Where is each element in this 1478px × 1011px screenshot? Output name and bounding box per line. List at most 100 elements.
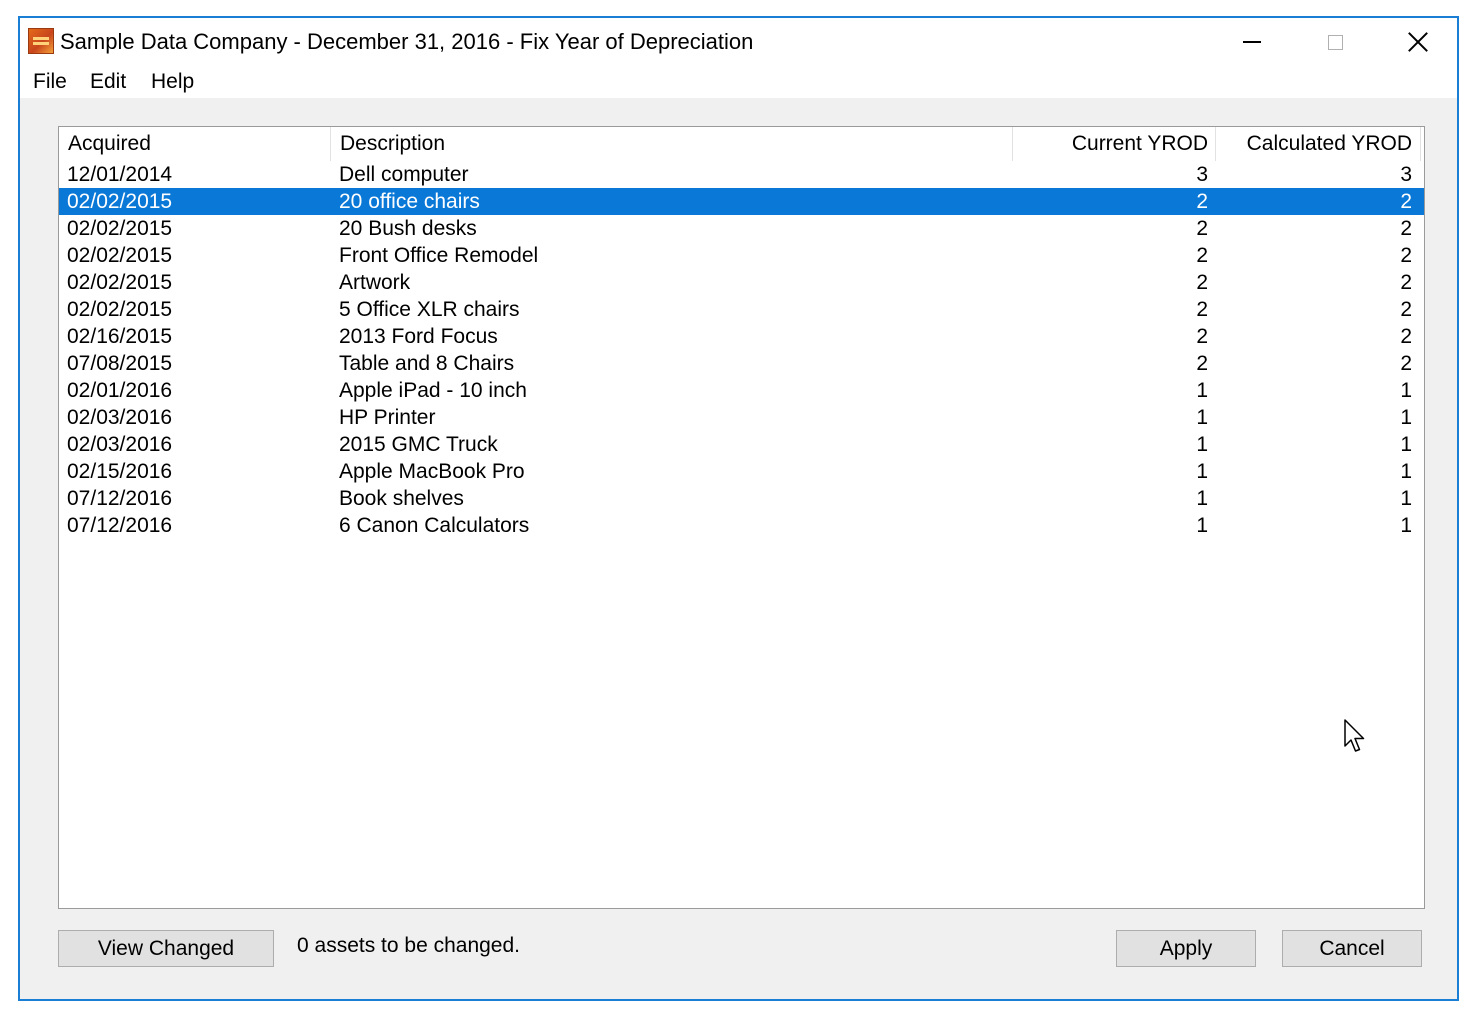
column-header-acquired[interactable]: Acquired bbox=[68, 127, 151, 161]
column-header-current-yrod[interactable]: Current YROD bbox=[1072, 127, 1208, 161]
table-row[interactable]: 02/01/2016 Apple iPad - 10 inch 1 1 bbox=[59, 377, 1424, 404]
menu-edit[interactable]: Edit bbox=[90, 70, 126, 94]
apply-button[interactable]: Apply bbox=[1116, 930, 1256, 967]
cell-calculated-yrod: 2 bbox=[1400, 352, 1412, 375]
cell-description: HP Printer bbox=[339, 406, 436, 429]
window-title: Sample Data Company - December 31, 2016 … bbox=[60, 29, 754, 54]
cell-acquired: 02/03/2016 bbox=[67, 406, 173, 429]
cell-current-yrod: 2 bbox=[1196, 298, 1208, 321]
cell-acquired: 07/12/2016 bbox=[67, 487, 173, 510]
cell-calculated-yrod: 1 bbox=[1400, 433, 1412, 456]
cell-description: 2015 GMC Truck bbox=[339, 433, 498, 456]
cell-calculated-yrod: 2 bbox=[1400, 190, 1412, 213]
table-row[interactable]: 07/12/2016 Book shelves 1 1 bbox=[59, 485, 1424, 512]
cell-calculated-yrod: 1 bbox=[1400, 460, 1412, 483]
cell-calculated-yrod: 2 bbox=[1400, 244, 1412, 267]
close-button[interactable] bbox=[1378, 18, 1458, 66]
cell-calculated-yrod: 2 bbox=[1400, 217, 1412, 240]
cell-description: Apple MacBook Pro bbox=[339, 460, 525, 483]
cell-calculated-yrod: 2 bbox=[1400, 271, 1412, 294]
cell-acquired: 02/03/2016 bbox=[67, 433, 173, 456]
column-divider[interactable] bbox=[1215, 127, 1216, 161]
grid-header: Acquired Description Current YROD Calcul… bbox=[59, 127, 1424, 161]
cell-description: Book shelves bbox=[339, 487, 464, 510]
cell-current-yrod: 1 bbox=[1196, 406, 1208, 429]
cell-acquired: 07/12/2016 bbox=[67, 514, 173, 537]
cell-description: Artwork bbox=[339, 271, 411, 294]
fix-yrod-window: Sample Data Company - December 31, 2016 … bbox=[18, 16, 1459, 1001]
cell-description: Table and 8 Chairs bbox=[339, 352, 515, 375]
close-icon bbox=[1408, 32, 1428, 52]
cell-acquired: 02/02/2015 bbox=[67, 190, 173, 213]
app-logo-icon bbox=[28, 28, 54, 54]
cell-acquired: 12/01/2014 bbox=[67, 163, 173, 186]
cell-current-yrod: 2 bbox=[1196, 217, 1208, 240]
table-row[interactable]: 02/02/2015 Artwork 2 2 bbox=[59, 269, 1424, 296]
table-row[interactable]: 07/12/2016 6 Canon Calculators 1 1 bbox=[59, 512, 1424, 539]
grid-rows: 12/01/2014 Dell computer 3 3 02/02/2015 20 of… bbox=[59, 161, 1424, 539]
cancel-button[interactable]: Cancel bbox=[1282, 930, 1422, 967]
minimize-button[interactable] bbox=[1212, 18, 1292, 66]
cell-current-yrod: 1 bbox=[1196, 379, 1208, 402]
table-row[interactable]: 07/08/2015 Table and 8 Chairs 2 2 bbox=[59, 350, 1424, 377]
table-row[interactable]: 02/16/2015 2013 Ford Focus 2 2 bbox=[59, 323, 1424, 350]
column-divider[interactable] bbox=[330, 127, 331, 161]
cell-acquired: 02/02/2015 bbox=[67, 217, 173, 240]
asset-grid[interactable]: Acquired Description Current YROD Calcul… bbox=[58, 126, 1425, 909]
table-row[interactable]: 02/03/2016 HP Printer 1 1 bbox=[59, 404, 1424, 431]
cell-acquired: 02/02/2015 bbox=[67, 298, 173, 321]
table-row[interactable]: 02/03/2016 2015 GMC Truck 1 1 bbox=[59, 431, 1424, 458]
maximize-button[interactable] bbox=[1295, 18, 1375, 66]
cell-calculated-yrod: 2 bbox=[1400, 298, 1412, 321]
cell-description: Apple iPad - 10 inch bbox=[339, 379, 527, 402]
cell-current-yrod: 3 bbox=[1196, 163, 1208, 186]
view-changed-button[interactable]: View Changed bbox=[58, 930, 274, 967]
cell-calculated-yrod: 1 bbox=[1400, 514, 1412, 537]
menu-bar: File Edit Help bbox=[20, 68, 1457, 98]
cell-current-yrod: 2 bbox=[1196, 325, 1208, 348]
table-row[interactable]: 02/02/2015 20 Bush desks 2 2 bbox=[59, 215, 1424, 242]
title-bar[interactable]: Sample Data Company - December 31, 2016 … bbox=[20, 18, 1457, 68]
cell-current-yrod: 1 bbox=[1196, 487, 1208, 510]
cell-calculated-yrod: 1 bbox=[1400, 406, 1412, 429]
table-row[interactable]: 02/02/2015 5 Office XLR chairs 2 2 bbox=[59, 296, 1424, 323]
table-row[interactable]: 02/15/2016 Apple MacBook Pro 1 1 bbox=[59, 458, 1424, 485]
cell-calculated-yrod: 3 bbox=[1400, 163, 1412, 186]
minimize-icon bbox=[1243, 41, 1261, 43]
status-message: 0 assets to be changed. bbox=[297, 934, 520, 957]
column-divider[interactable] bbox=[1012, 127, 1013, 161]
menu-help[interactable]: Help bbox=[151, 70, 194, 94]
cell-acquired: 02/02/2015 bbox=[67, 271, 173, 294]
cell-acquired: 02/16/2015 bbox=[67, 325, 173, 348]
cell-acquired: 02/15/2016 bbox=[67, 460, 173, 483]
cell-current-yrod: 1 bbox=[1196, 514, 1208, 537]
cell-acquired: 07/08/2015 bbox=[67, 352, 173, 375]
cell-current-yrod: 1 bbox=[1196, 460, 1208, 483]
cell-acquired: 02/01/2016 bbox=[67, 379, 173, 402]
table-row[interactable]: 12/01/2014 Dell computer 3 3 bbox=[59, 161, 1424, 188]
cell-calculated-yrod: 2 bbox=[1400, 325, 1412, 348]
cell-acquired: 02/02/2015 bbox=[67, 244, 173, 267]
cell-current-yrod: 1 bbox=[1196, 433, 1208, 456]
cell-current-yrod: 2 bbox=[1196, 190, 1208, 213]
menu-file[interactable]: File bbox=[33, 70, 67, 94]
cell-description: Dell computer bbox=[339, 163, 469, 186]
column-header-calculated-yrod[interactable]: Calculated YROD bbox=[1247, 127, 1412, 161]
cell-current-yrod: 2 bbox=[1196, 271, 1208, 294]
maximize-icon bbox=[1327, 34, 1343, 50]
cell-description: 20 Bush desks bbox=[339, 217, 477, 240]
cell-description: 5 Office XLR chairs bbox=[339, 298, 520, 321]
cell-description: Front Office Remodel bbox=[339, 244, 539, 267]
table-row-selected[interactable]: 02/02/2015 20 office chairs 2 2 bbox=[59, 188, 1424, 215]
column-header-description[interactable]: Description bbox=[340, 127, 445, 161]
cell-calculated-yrod: 1 bbox=[1400, 487, 1412, 510]
cell-description: 20 office chairs bbox=[339, 190, 480, 213]
cell-description: 6 Canon Calculators bbox=[339, 514, 530, 537]
mouse-pointer-icon bbox=[1344, 719, 1365, 752]
cell-calculated-yrod: 1 bbox=[1400, 379, 1412, 402]
cell-description: 2013 Ford Focus bbox=[339, 325, 498, 348]
cell-current-yrod: 2 bbox=[1196, 244, 1208, 267]
cell-current-yrod: 2 bbox=[1196, 352, 1208, 375]
table-row[interactable]: 02/02/2015 Front Office Remodel 2 2 bbox=[59, 242, 1424, 269]
column-divider[interactable] bbox=[1420, 127, 1421, 161]
